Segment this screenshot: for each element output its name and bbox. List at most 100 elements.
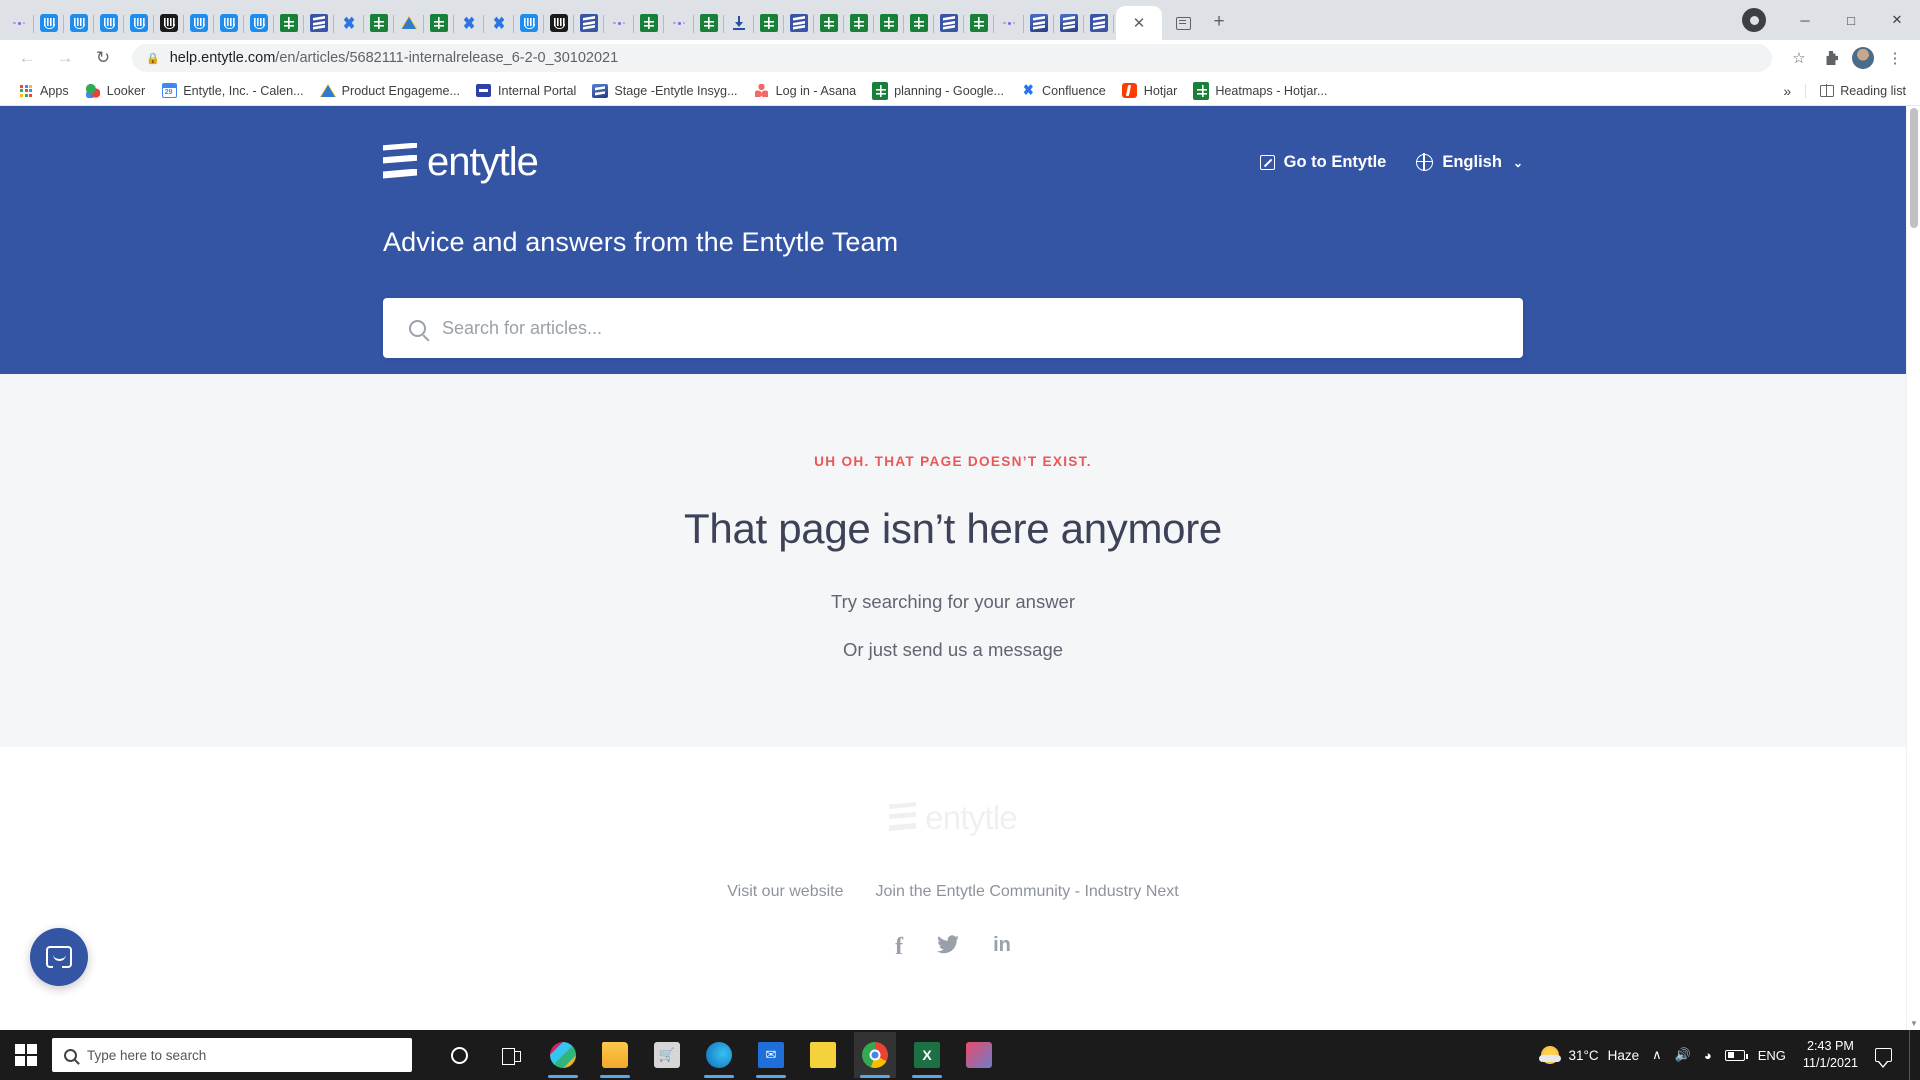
background-tab[interactable]	[634, 6, 664, 40]
tab-search-button[interactable]	[1168, 6, 1198, 40]
taskbar-clock[interactable]: 2:43 PM 11/1/2021	[1799, 1038, 1862, 1072]
background-tab[interactable]	[274, 6, 304, 40]
show-desktop-button[interactable]	[1909, 1030, 1914, 1080]
entytle-logo[interactable]: entytle	[383, 140, 539, 185]
background-tab[interactable]	[664, 6, 694, 40]
bookmark-item[interactable]: planning - Google...	[864, 80, 1012, 102]
extensions-icon[interactable]	[1816, 43, 1846, 73]
background-tab[interactable]	[994, 6, 1024, 40]
background-tab[interactable]	[154, 6, 184, 40]
bookmark-item[interactable]: Internal Portal	[468, 80, 584, 102]
background-tab[interactable]	[724, 6, 754, 40]
linkedin-icon[interactable]: in	[993, 935, 1011, 959]
bookmark-item[interactable]: Stage -Entytle Insyg...	[584, 80, 745, 102]
background-tab[interactable]	[124, 6, 154, 40]
bookmark-item[interactable]: Log in - Asana	[746, 80, 865, 102]
bookmark-item[interactable]: ✖ Confluence	[1012, 80, 1114, 102]
microsoft-edge-button[interactable]	[698, 1032, 740, 1078]
bookmark-item[interactable]: Apps	[10, 80, 77, 102]
search-input[interactable]	[442, 317, 1497, 339]
snipping-tool-button[interactable]	[958, 1032, 1000, 1078]
reading-list-button[interactable]: Reading list	[1805, 83, 1906, 98]
background-tab[interactable]	[214, 6, 244, 40]
forward-button[interactable]: →	[48, 43, 82, 73]
background-tab[interactable]	[1024, 6, 1054, 40]
bookmark-item[interactable]: Product Engageme...	[312, 80, 468, 102]
article-search-bar[interactable]	[383, 298, 1523, 358]
intercom-messenger-launcher[interactable]	[30, 928, 88, 986]
go-to-entytle-link[interactable]: Go to Entytle	[1259, 153, 1386, 172]
background-tab[interactable]: ✖	[334, 6, 364, 40]
bookmarks-overflow-button[interactable]: »	[1783, 83, 1791, 99]
background-tab[interactable]	[784, 6, 814, 40]
new-tab-button[interactable]: +	[1204, 7, 1234, 37]
background-tab[interactable]	[94, 6, 124, 40]
bookmark-item[interactable]: Heatmaps - Hotjar...	[1185, 80, 1335, 102]
volume-icon[interactable]: 🔊	[1675, 1047, 1691, 1063]
background-tab[interactable]	[574, 6, 604, 40]
page-scrollbar[interactable]: ▲ ▼	[1906, 106, 1920, 1030]
background-tab[interactable]	[904, 6, 934, 40]
background-tab[interactable]	[514, 6, 544, 40]
background-tab[interactable]	[844, 6, 874, 40]
background-tab[interactable]	[394, 6, 424, 40]
background-tab[interactable]	[874, 6, 904, 40]
battery-charging-icon[interactable]	[1724, 1049, 1748, 1061]
scrollbar-thumb[interactable]	[1910, 108, 1918, 228]
facebook-icon[interactable]: f	[895, 935, 903, 959]
cortana-button[interactable]	[438, 1032, 480, 1078]
footer-link-website[interactable]: Visit our website	[727, 883, 843, 901]
background-tab[interactable]	[754, 6, 784, 40]
background-tab[interactable]	[64, 6, 94, 40]
google-chrome-button[interactable]	[854, 1032, 896, 1078]
close-window-button[interactable]: ✕	[1874, 3, 1920, 37]
bookmark-item[interactable]: Looker	[77, 80, 154, 102]
browser-menu-button[interactable]: ⋮	[1880, 43, 1910, 73]
language-selector[interactable]: English ⌄	[1415, 153, 1523, 172]
bookmark-item[interactable]: 29 Entytle, Inc. - Calen...	[153, 80, 311, 102]
excel-button[interactable]: X	[906, 1032, 948, 1078]
minimize-button[interactable]: ─	[1782, 3, 1828, 37]
background-tab[interactable]	[934, 6, 964, 40]
address-bar[interactable]: 🔒 help.entytle.com/en/articles/5682111-i…	[132, 44, 1772, 72]
background-tab[interactable]	[34, 6, 64, 40]
scroll-down-arrow-icon[interactable]: ▼	[1907, 1016, 1920, 1030]
background-tab[interactable]	[244, 6, 274, 40]
profile-avatar[interactable]	[1848, 43, 1878, 73]
background-tab[interactable]	[604, 6, 634, 40]
background-tab[interactable]	[184, 6, 214, 40]
taskbar-search-box[interactable]: Type here to search	[52, 1038, 412, 1072]
input-language-indicator[interactable]: ENG	[1758, 1048, 1786, 1063]
background-tab[interactable]	[304, 6, 334, 40]
background-tab[interactable]: ✖	[454, 6, 484, 40]
weather-widget[interactable]: 31°C Haze	[1539, 1046, 1639, 1064]
background-tab[interactable]	[694, 6, 724, 40]
active-tab[interactable]: ✕	[1116, 6, 1162, 40]
sticky-notes-button[interactable]	[802, 1032, 844, 1078]
close-tab-icon[interactable]: ✕	[1133, 16, 1146, 31]
background-tab[interactable]: ✖	[484, 6, 514, 40]
tray-overflow-chevron-icon[interactable]: ∧	[1652, 1047, 1662, 1063]
background-tab[interactable]	[544, 6, 574, 40]
footer-link-community[interactable]: Join the Entytle Community - Industry Ne…	[875, 883, 1178, 901]
wifi-icon[interactable]: ◕	[1704, 1048, 1712, 1063]
twitter-icon[interactable]	[937, 935, 960, 959]
maximize-button[interactable]: □	[1828, 3, 1874, 37]
file-explorer-button[interactable]	[594, 1032, 636, 1078]
background-tab[interactable]	[4, 6, 34, 40]
back-button[interactable]: ←	[10, 43, 44, 73]
task-view-button[interactable]	[490, 1032, 532, 1078]
background-tab[interactable]	[814, 6, 844, 40]
start-button[interactable]	[0, 1030, 52, 1080]
bookmark-item[interactable]: Hotjar	[1114, 80, 1186, 102]
bookmark-star-icon[interactable]: ☆	[1784, 43, 1814, 73]
microsoft-store-button[interactable]: 🛒	[646, 1032, 688, 1078]
background-tab[interactable]	[1084, 6, 1114, 40]
background-tab[interactable]	[364, 6, 394, 40]
reload-button[interactable]: ↻	[86, 43, 120, 73]
background-tab[interactable]	[424, 6, 454, 40]
background-tab[interactable]	[964, 6, 994, 40]
profile-avatar-chip[interactable]	[1742, 8, 1766, 32]
mail-button[interactable]: ✉	[750, 1032, 792, 1078]
notification-icon[interactable]	[1875, 1048, 1892, 1068]
